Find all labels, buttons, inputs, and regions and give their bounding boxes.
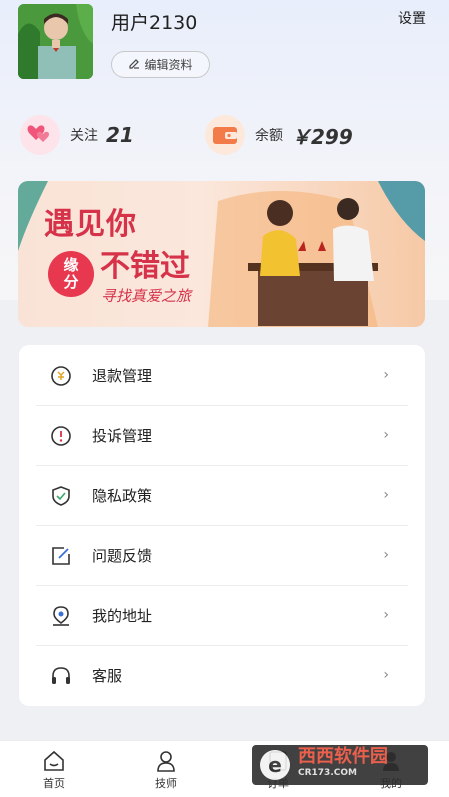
follow-stat[interactable]: 关注 21	[20, 114, 134, 156]
banner-badge: 缘 分	[48, 251, 94, 297]
edit-profile-label: 编辑资料	[144, 58, 193, 72]
menu-item-label: 客服	[92, 666, 123, 685]
badge-char-1: 缘	[63, 256, 79, 274]
balance-amount: ￥299	[291, 124, 353, 149]
menu-item-label: 我的地址	[92, 606, 153, 625]
chevron-right-icon: ›	[383, 487, 389, 503]
follow-count: 21	[106, 123, 134, 147]
badge-char-2: 分	[63, 273, 79, 291]
menu-item-label: 退款管理	[92, 366, 153, 385]
menu-item-feedback[interactable]: 问题反馈 ›	[19, 525, 425, 585]
svg-text:e: e	[268, 753, 282, 777]
chevron-right-icon: ›	[383, 367, 389, 383]
menu-item-customer-service[interactable]: 客服 ›	[19, 645, 425, 705]
home-icon	[44, 750, 64, 771]
avatar[interactable]	[18, 4, 93, 79]
follow-label: 关注	[70, 128, 98, 144]
refund-icon	[51, 366, 71, 386]
balance-label: 余额	[255, 128, 283, 144]
menu-item-label: 隐私政策	[92, 486, 153, 505]
watermark-text: 西西软件园	[298, 746, 388, 767]
menu-card: 退款管理 › 投诉管理 › 隐私政策 › 问题反馈 › 我的地址 › 客服 ›	[19, 345, 425, 706]
watermark-sub: CR173.COM	[298, 768, 357, 778]
chevron-right-icon: ›	[383, 667, 389, 683]
chevron-right-icon: ›	[383, 427, 389, 443]
technician-icon	[157, 751, 175, 772]
banner-title-line2: 不错过	[100, 249, 190, 284]
address-icon	[53, 606, 69, 626]
settings-button[interactable]: 设置	[398, 8, 426, 28]
tab-home[interactable]: 首页	[24, 749, 84, 791]
menu-item-label: 投诉管理	[92, 426, 153, 445]
chevron-right-icon: ›	[383, 547, 389, 563]
tab-technician[interactable]: 技师	[136, 749, 196, 791]
shield-icon	[52, 486, 70, 506]
menu-item-label: 问题反馈	[92, 546, 153, 565]
banner-subtitle: 寻找真爱之旅	[101, 287, 192, 305]
menu-item-complaint[interactable]: 投诉管理 ›	[19, 405, 425, 465]
wallet-icon	[205, 115, 245, 155]
watermark-logo: e 西西软件园 CR173.COM	[252, 745, 428, 785]
username: 用户2130	[111, 12, 198, 34]
headset-icon	[52, 667, 70, 684]
tab-technician-label: 技师	[155, 777, 177, 790]
banner-title-line1: 遇见你	[44, 207, 137, 242]
menu-item-refund[interactable]: 退款管理 ›	[19, 345, 425, 405]
tab-home-label: 首页	[43, 777, 65, 790]
edit-profile-button[interactable]: 编辑资料	[111, 51, 210, 78]
complaint-icon	[51, 426, 71, 446]
edit-icon	[128, 57, 140, 72]
menu-item-privacy[interactable]: 隐私政策 ›	[19, 465, 425, 525]
chevron-right-icon: ›	[383, 607, 389, 623]
menu-item-address[interactable]: 我的地址 ›	[19, 585, 425, 645]
feedback-icon	[52, 547, 70, 565]
promo-banner[interactable]: 遇见你 缘 分 不错过 寻找真爱之旅	[18, 181, 425, 327]
watermark-e-icon: e	[260, 750, 290, 780]
hearts-icon	[20, 115, 60, 155]
balance-stat[interactable]: 余额 ￥299	[205, 114, 353, 156]
